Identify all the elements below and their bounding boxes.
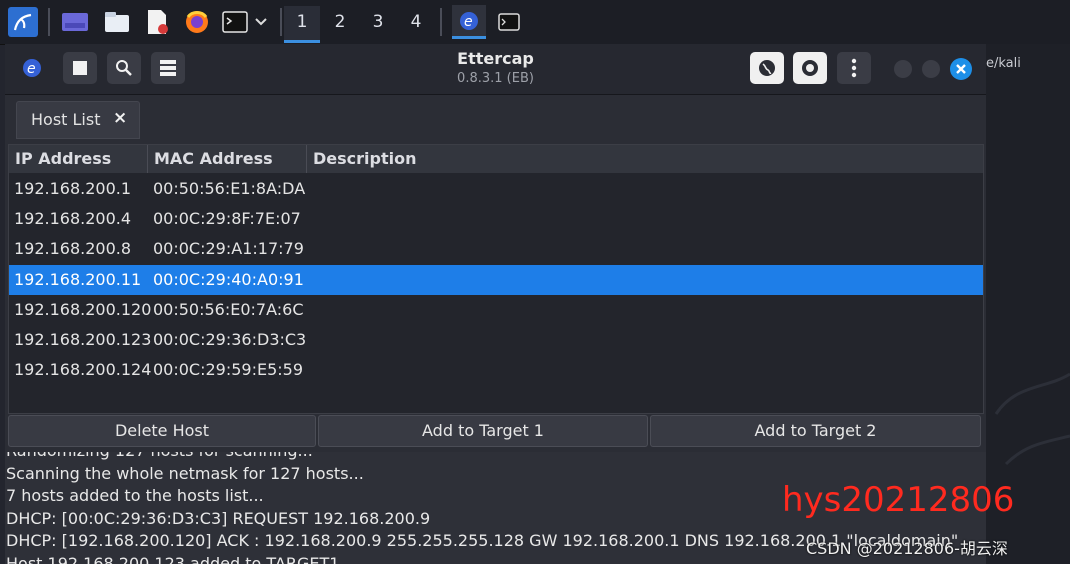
table-row[interactable]: 192.168.200.4 00:0C:29:8F:7E:07 xyxy=(9,204,983,234)
tab-host-list[interactable]: Host List × xyxy=(16,101,140,139)
host-list-table: IP Address MAC Address Description 192.1… xyxy=(8,144,984,414)
tab-bar: Host List × xyxy=(5,95,986,141)
cell-ip: 192.168.200.120 xyxy=(14,299,152,319)
cell-mac: 00:50:56:E1:8A:DA xyxy=(153,179,306,198)
table-row[interactable]: 192.168.200.1 00:50:56:E1:8A:DA xyxy=(9,174,983,204)
column-header-mac[interactable]: MAC Address xyxy=(148,145,307,173)
table-row[interactable]: 192.168.200.124 00:0C:29:59:E5:59 xyxy=(9,355,983,385)
add-to-target2-button[interactable]: Add to Target 2 xyxy=(650,415,981,447)
kebab-menu-icon xyxy=(851,58,857,78)
record-icon xyxy=(802,60,818,76)
main-menu-button[interactable] xyxy=(837,52,871,84)
delete-host-button[interactable]: Delete Host xyxy=(8,415,316,447)
cell-mac: 00:50:56:E0:7A:6C xyxy=(153,299,304,319)
log-line: Scanning the whole netmask for 127 hosts… xyxy=(6,463,364,483)
workspace-2[interactable]: 2 xyxy=(322,6,358,40)
cell-ip: 192.168.200.4 xyxy=(14,209,132,229)
log-line: 7 hosts added to the hosts list... xyxy=(6,486,264,506)
maximize-button[interactable] xyxy=(922,60,940,78)
chevron-down-icon[interactable] xyxy=(250,7,272,37)
workspace-1[interactable]: 1 xyxy=(284,6,320,43)
taskbar-separator xyxy=(48,8,50,36)
tab-label: Host List xyxy=(31,110,101,129)
cell-ip: 192.168.200.11 xyxy=(14,269,142,289)
column-header-ip[interactable]: IP Address xyxy=(9,145,148,173)
workspace-4[interactable]: 4 xyxy=(398,6,434,40)
kali-menu-icon[interactable] xyxy=(8,7,38,37)
close-icon xyxy=(956,64,966,74)
workspace-3[interactable]: 3 xyxy=(360,6,396,40)
svg-text:e: e xyxy=(464,14,473,30)
red-watermark-text: hys20212806 xyxy=(782,480,1015,520)
cell-mac: 00:0C:29:40:A0:91 xyxy=(153,269,304,289)
close-window-button[interactable] xyxy=(950,58,972,80)
csdn-watermark: CSDN @20212806-胡云深 xyxy=(806,539,1008,558)
workspace-switcher-icon[interactable] xyxy=(60,7,90,37)
taskbar-separator xyxy=(280,8,282,36)
table-row[interactable]: 192.168.200.120 00:50:56:E0:7A:6C xyxy=(9,295,983,325)
column-header-description[interactable]: Description xyxy=(307,145,983,173)
minimize-button[interactable] xyxy=(894,60,912,78)
tab-close-icon[interactable]: × xyxy=(113,108,127,128)
globe-icon xyxy=(759,60,775,76)
cell-ip: 192.168.200.124 xyxy=(14,360,152,380)
taskbar: 1 2 3 4 e xyxy=(0,0,1070,45)
cell-mac: 00:0C:29:A1:17:79 xyxy=(153,239,304,259)
file-manager-icon[interactable] xyxy=(102,7,132,37)
header-bar: e Ettercap 0.8.3.1 (EB) xyxy=(5,44,986,95)
cell-mac: 00:0C:29:36:D3:C3 xyxy=(153,330,307,349)
terminal-icon[interactable] xyxy=(220,7,250,37)
terminal-task-icon[interactable] xyxy=(494,7,524,37)
cell-ip: 192.168.200.123 xyxy=(14,330,152,349)
record-button[interactable] xyxy=(793,52,827,84)
table-row[interactable]: 192.168.200.8 00:0C:29:A1:17:79 xyxy=(9,234,983,264)
log-line: Host 192.168.200.123 added to TARGET1 xyxy=(6,554,340,564)
table-row[interactable]: 192.168.200.123 00:0C:29:36:D3:C3 xyxy=(9,325,983,355)
table-row[interactable]: 192.168.200.11 00:0C:29:40:A0:91 xyxy=(9,264,983,295)
log-line: Randomizing 127 hosts for scanning... xyxy=(6,452,313,460)
firefox-icon[interactable] xyxy=(182,7,212,37)
cell-mac: 00:0C:29:8F:7E:07 xyxy=(153,209,301,229)
log-line: DHCP: [00:0C:29:36:D3:C3] REQUEST 192.16… xyxy=(6,508,431,528)
add-to-target1-button[interactable]: Add to Target 1 xyxy=(318,415,648,447)
ettercap-task-icon[interactable]: e xyxy=(452,5,486,39)
taskbar-separator xyxy=(440,8,442,36)
cell-ip: 192.168.200.8 xyxy=(14,239,132,259)
mitm-menu-button[interactable] xyxy=(750,52,784,84)
cell-mac: 00:0C:29:59:E5:59 xyxy=(153,360,304,380)
cell-ip: 192.168.200.1 xyxy=(14,179,132,198)
text-editor-icon[interactable] xyxy=(142,7,172,37)
